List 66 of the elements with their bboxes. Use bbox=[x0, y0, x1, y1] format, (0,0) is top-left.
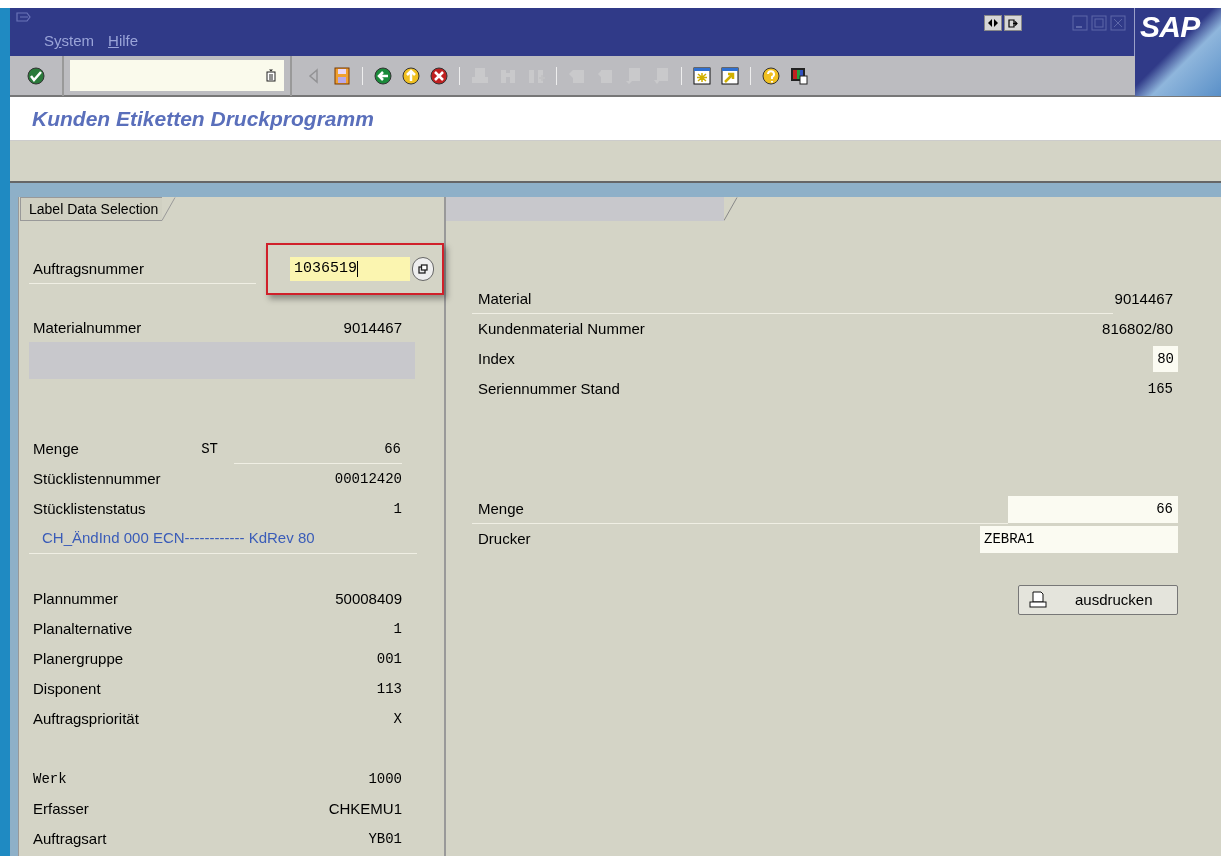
tab-slant bbox=[724, 197, 738, 221]
minimize-icon[interactable] bbox=[1072, 15, 1088, 31]
exit-icon bbox=[1008, 18, 1018, 28]
field-label: Planalternative bbox=[33, 618, 133, 639]
cancel-icon[interactable] bbox=[429, 65, 449, 86]
field-label: Drucker bbox=[478, 528, 531, 549]
field-value: X bbox=[393, 709, 402, 729]
field-label: Material bbox=[478, 288, 532, 309]
layout-toggle-button[interactable] bbox=[984, 15, 1002, 31]
logoff-button[interactable] bbox=[1004, 15, 1022, 31]
field-value: 001 bbox=[376, 649, 402, 669]
printer-icon bbox=[1029, 591, 1047, 609]
field-label: Plannummer bbox=[33, 588, 119, 609]
question-mark-icon[interactable] bbox=[761, 65, 781, 86]
value-help-button[interactable] bbox=[411, 257, 434, 281]
maximize-icon[interactable] bbox=[1091, 15, 1107, 31]
menu-item[interactable]: System bbox=[44, 30, 95, 53]
field-label: Menge bbox=[33, 438, 79, 459]
menu-item[interactable]: Hilfe bbox=[108, 30, 139, 53]
field-value: CHKEMU1 bbox=[328, 798, 402, 819]
field-value: 165 bbox=[1147, 379, 1174, 399]
field-value: 9014467 bbox=[1114, 288, 1174, 309]
check-icon[interactable] bbox=[26, 65, 46, 86]
printer-input[interactable]: ZEBRA1 bbox=[980, 525, 1178, 553]
field-label: Materialnummer bbox=[33, 318, 142, 339]
field-label: Stücklistennummer bbox=[33, 468, 161, 489]
order-number-input[interactable]: 1036519 bbox=[289, 257, 410, 281]
window-menu-icon[interactable] bbox=[16, 12, 32, 24]
field-label: Disponent bbox=[33, 678, 101, 699]
panel-tab[interactable]: Label Data Selection bbox=[20, 197, 163, 221]
command-field[interactable] bbox=[70, 60, 284, 91]
field-value: 66 bbox=[234, 434, 402, 464]
monitor-icon[interactable] bbox=[789, 65, 809, 86]
field-label: Werk bbox=[33, 769, 67, 789]
field-label: Auftragsart bbox=[33, 828, 107, 849]
field-label: Auftragsnummer bbox=[29, 254, 256, 284]
field-label: Kundenmaterial Nummer bbox=[478, 318, 645, 339]
field-label: Seriennummer Stand bbox=[478, 378, 620, 399]
field-value: 816802/80 bbox=[1102, 318, 1174, 339]
change-note: CH_ÄndInd 000 ECN------------ KdRev 80 bbox=[42, 528, 315, 549]
field-label: Stücklistenstatus bbox=[33, 498, 146, 519]
unit-value: ST bbox=[201, 439, 218, 459]
field-label: Planergruppe bbox=[33, 648, 124, 669]
field-value: 1000 bbox=[368, 769, 402, 789]
close-icon[interactable] bbox=[1110, 15, 1126, 31]
print-button[interactable]: ausdrucken bbox=[1018, 585, 1178, 615]
field-label: Index bbox=[478, 348, 515, 369]
field-value: 1 bbox=[393, 619, 402, 639]
quantity-input[interactable]: 66 bbox=[1008, 495, 1178, 523]
shortcut-icon[interactable] bbox=[720, 65, 740, 86]
windows-icon bbox=[417, 264, 428, 274]
field-label: Auftragspriorität bbox=[33, 708, 139, 729]
arrows-icon bbox=[988, 19, 998, 27]
field-value: 50008409 bbox=[335, 588, 402, 609]
screen-title: Kunden Etiketten Druckprogramm bbox=[32, 105, 374, 132]
sap-logo: SAP bbox=[1140, 12, 1200, 42]
dropdown-icon[interactable] bbox=[266, 69, 276, 82]
field-value: 80 bbox=[1153, 346, 1178, 372]
field-value: 113 bbox=[376, 679, 402, 699]
field-label: Erfasser bbox=[33, 798, 89, 819]
field-value: 1 bbox=[393, 499, 402, 519]
field-value: 9014467 bbox=[343, 318, 402, 339]
new-window-icon[interactable] bbox=[692, 65, 712, 86]
field-label: Menge bbox=[478, 498, 524, 519]
field-value: 00012420 bbox=[334, 469, 402, 489]
field-value: YB01 bbox=[368, 829, 402, 849]
